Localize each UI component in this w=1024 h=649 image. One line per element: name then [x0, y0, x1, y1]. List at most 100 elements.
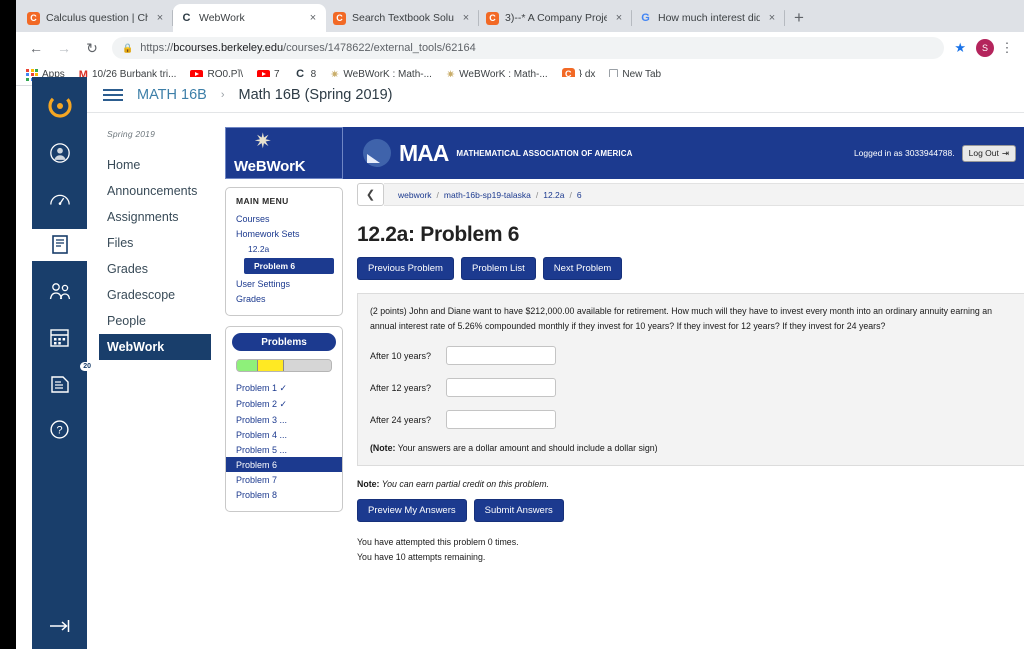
problem-list-button[interactable]: Problem List	[460, 257, 536, 280]
menu-item-problem-6[interactable]: Problem 6	[244, 258, 334, 274]
menu-item-homework-sets[interactable]: Homework Sets	[226, 226, 342, 241]
answer-input-24-years[interactable]	[446, 410, 556, 429]
logout-button[interactable]: Log Out ⇥	[961, 144, 1016, 162]
chegg-icon	[486, 11, 499, 25]
canvas-logo-icon[interactable]	[32, 89, 87, 123]
browser-tab[interactable]: Calculus question | Chegg.com ×	[20, 4, 173, 32]
close-icon[interactable]: ×	[460, 12, 472, 24]
close-icon[interactable]: ×	[154, 12, 166, 24]
webwork-logo: ✷ WeBWorK	[225, 127, 343, 179]
avatar[interactable]: S	[976, 39, 994, 57]
attempts-made: You have attempted this problem 0 times.	[357, 537, 519, 547]
new-tab-button[interactable]: +	[785, 4, 813, 32]
maa-icon	[363, 139, 391, 167]
problem-link-6[interactable]: Problem 6	[226, 457, 342, 472]
previous-problem-button[interactable]: Previous Problem	[357, 257, 454, 280]
breadcrumb-problem[interactable]: 6	[577, 190, 582, 200]
sidebar-item-account[interactable]	[32, 137, 87, 169]
partial-credit-note-rest: You can earn partial credit on this prob…	[379, 479, 550, 489]
global-navigation: 20 ?	[32, 77, 94, 649]
hamburger-icon[interactable]	[103, 88, 123, 101]
webwork-breadcrumb: ❮ webwork / math-16b-sp19-talaska / 12.2…	[357, 183, 1024, 206]
close-icon[interactable]: ×	[766, 12, 778, 24]
close-icon[interactable]: ×	[613, 12, 625, 24]
answer-label: After 12 years?	[370, 382, 432, 393]
preview-my-answers-button[interactable]: Preview My Answers	[357, 499, 467, 522]
login-status: Logged in as 3033944788. Log Out ⇥	[854, 127, 1024, 179]
logout-label: Log Out	[968, 148, 999, 158]
sidebar-item-groups[interactable]	[32, 275, 87, 307]
webwork-iframe: ✷ WeBWorK MAA MATHEMATICAL ASSOCIATION O…	[225, 113, 1024, 649]
problem-link-3[interactable]: Problem 3 ...	[226, 412, 342, 427]
progress-segment-partial	[257, 360, 284, 371]
forward-icon[interactable]: →	[52, 36, 76, 60]
page-body: Spring 2019 Home Announcements Assignmen…	[87, 113, 1024, 649]
partial-credit-note-bold: Note:	[357, 479, 380, 489]
problem-link-2[interactable]: Problem 2 ✓	[226, 396, 342, 412]
breadcrumb-course-name: Math 16B (Spring 2019)	[238, 86, 393, 103]
collapse-arrow-icon[interactable]	[32, 617, 87, 635]
address-bar[interactable]: 🔒 https://bcourses.berkeley.edu/courses/…	[112, 37, 945, 59]
sidebar-item-help[interactable]: ?	[32, 413, 87, 445]
submit-answers-button[interactable]: Submit Answers	[473, 499, 564, 522]
answer-row: After 10 years?	[370, 346, 1013, 365]
menu-item-user-settings[interactable]: User Settings	[226, 276, 342, 291]
menu-item-grades[interactable]: Grades	[226, 291, 342, 306]
browser-tab[interactable]: 3)--* A Company Projects That ×	[479, 4, 632, 32]
answer-format-note-bold: (Note:	[370, 443, 396, 453]
breadcrumb-path: webwork / math-16b-sp19-talaska / 12.2a …	[384, 183, 1024, 206]
lock-icon: 🔒	[122, 42, 134, 53]
problem-link-5[interactable]: Problem 5 ...	[226, 442, 342, 457]
sidebar-item-inbox[interactable]: 20	[32, 362, 94, 399]
browser-tab[interactable]: How much interest did you earn ×	[632, 4, 785, 32]
answer-format-note-rest: Your answers are a dollar amount and sho…	[395, 443, 658, 453]
sidebar-item-gradescope[interactable]: Gradescope	[107, 282, 225, 308]
sidebar-item-courses[interactable]	[32, 229, 87, 261]
sidebar-item-grades[interactable]: Grades	[107, 256, 225, 282]
sidebar-item-calendar[interactable]	[32, 321, 87, 353]
next-problem-button[interactable]: Next Problem	[542, 257, 623, 280]
problem-link-7[interactable]: Problem 7	[226, 472, 342, 487]
sidebar-item-home[interactable]: Home	[107, 152, 225, 178]
problem-link-1[interactable]: Problem 1 ✓	[226, 380, 342, 396]
breadcrumb-course-code[interactable]: MATH 16B	[137, 87, 207, 103]
reload-icon[interactable]: ↻	[80, 36, 104, 60]
logged-in-text: Logged in as 3033944788.	[853, 148, 955, 158]
menu-item-courses[interactable]: Courses	[226, 211, 342, 226]
kebab-menu-icon[interactable]: ⋮	[998, 40, 1016, 56]
breadcrumb-webwork[interactable]: webwork	[398, 190, 432, 200]
course-navigation: Spring 2019 Home Announcements Assignmen…	[87, 113, 225, 649]
maa-abbr: MAA	[399, 139, 449, 166]
browser-tab[interactable]: Search Textbook Solutions | Ch ×	[326, 4, 479, 32]
tab-title: Calculus question | Chegg.com	[46, 12, 148, 24]
chevron-left-icon[interactable]: ❮	[357, 183, 384, 206]
attempts-info: You have attempted this problem 0 times.…	[357, 535, 1024, 564]
bookmark-star-icon[interactable]: ★	[954, 40, 966, 56]
answer-input-10-years[interactable]	[446, 346, 556, 365]
sidebar-item-files[interactable]: Files	[107, 230, 225, 256]
status-badge: 20	[80, 362, 94, 371]
answer-input-12-years[interactable]	[446, 378, 556, 397]
page-title: 12.2a: Problem 6	[357, 223, 520, 246]
back-icon[interactable]: ←	[24, 36, 48, 60]
webwork-header: ✷ WeBWorK MAA MATHEMATICAL ASSOCIATION O…	[225, 127, 1024, 179]
sidebar-item-announcements[interactable]: Announcements	[107, 178, 225, 204]
webwork-main: ❮ webwork / math-16b-sp19-talaska / 12.2…	[343, 179, 1024, 564]
problem-link-8[interactable]: Problem 8	[226, 487, 342, 502]
sidebar-item-assignments[interactable]: Assignments	[107, 204, 225, 230]
answer-row: After 12 years?	[370, 378, 1013, 397]
sidebar-item-webwork[interactable]: WebWork	[99, 334, 211, 360]
sidebar-item-people[interactable]: People	[107, 308, 225, 334]
problem-link-4[interactable]: Problem 4 ...	[226, 427, 342, 442]
breadcrumb-set[interactable]: 12.2a	[543, 190, 564, 200]
breadcrumb-separator: ›	[220, 88, 225, 101]
close-icon[interactable]: ×	[307, 12, 319, 24]
webwork-body: MAIN MENU Courses Homework Sets 12.2a Pr…	[225, 179, 1024, 564]
breadcrumb-course[interactable]: math-16b-sp19-talaska	[444, 190, 531, 200]
main-menu-title: MAIN MENU	[236, 196, 289, 206]
sidebar-item-dashboard[interactable]	[32, 183, 87, 215]
menu-item-set-12-2a[interactable]: 12.2a	[226, 241, 342, 256]
breadcrumb-separator: /	[535, 189, 539, 200]
browser-tab-active[interactable]: WebWork ×	[173, 4, 326, 32]
canvas-page: 20 ? MATH 16B › Math 16B (Spring 2019) S…	[32, 77, 1024, 649]
